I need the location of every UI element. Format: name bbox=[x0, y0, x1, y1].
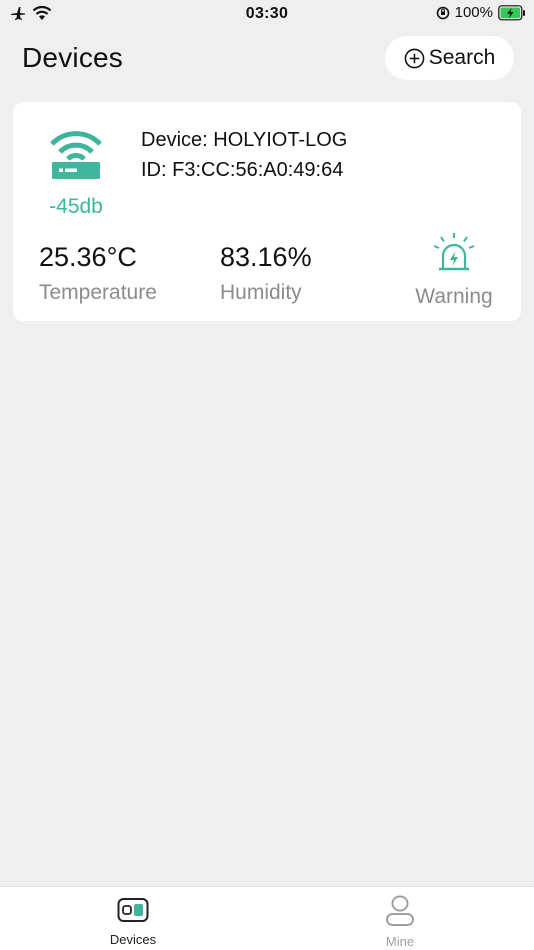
warning-label: Warning bbox=[415, 285, 493, 308]
tab-mine[interactable]: Mine bbox=[340, 895, 460, 949]
humidity-value: 83.16% bbox=[220, 242, 312, 272]
temperature-label: Temperature bbox=[39, 281, 157, 304]
device-name: Device: HOLYIOT-LOG bbox=[141, 129, 348, 151]
page-title: Devices bbox=[22, 42, 123, 73]
alarm-light-icon bbox=[433, 233, 475, 271]
temperature-value: 25.36°C bbox=[39, 242, 137, 272]
warning-stat[interactable]: Warning bbox=[413, 232, 495, 309]
orientation-lock-icon bbox=[436, 6, 449, 19]
user-tab-icon bbox=[386, 895, 414, 926]
search-label: Search bbox=[428, 46, 496, 69]
add-circle-icon bbox=[404, 48, 425, 68]
header: Devices Search bbox=[0, 34, 534, 84]
battery-charging-icon bbox=[498, 4, 525, 20]
status-right: 100% bbox=[436, 4, 526, 21]
temperature-stat: 25.36°C Temperature bbox=[39, 242, 157, 305]
humidity-label: Humidity bbox=[220, 281, 302, 304]
device-id: ID: F3:CC:56:A0:49:64 bbox=[141, 159, 344, 181]
battery-percent: 100% bbox=[454, 4, 493, 21]
humidity-stat: 83.16% Humidity bbox=[220, 242, 312, 305]
search-button[interactable]: Search bbox=[385, 36, 514, 80]
tab-mine-label: Mine bbox=[385, 934, 415, 949]
device-card[interactable]: -45db Device: HOLYIOT-LOG ID: F3:CC:56:A… bbox=[13, 102, 521, 321]
tab-devices[interactable]: Devices bbox=[73, 895, 193, 947]
tab-bar: Devices Mine bbox=[0, 886, 534, 950]
devices-tab-icon bbox=[117, 898, 149, 922]
status-bar: 03:30 100% bbox=[0, 0, 534, 30]
signal-strength: -45db bbox=[49, 195, 103, 218]
tab-devices-label: Devices bbox=[109, 932, 157, 947]
router-signal-icon bbox=[50, 131, 102, 179]
